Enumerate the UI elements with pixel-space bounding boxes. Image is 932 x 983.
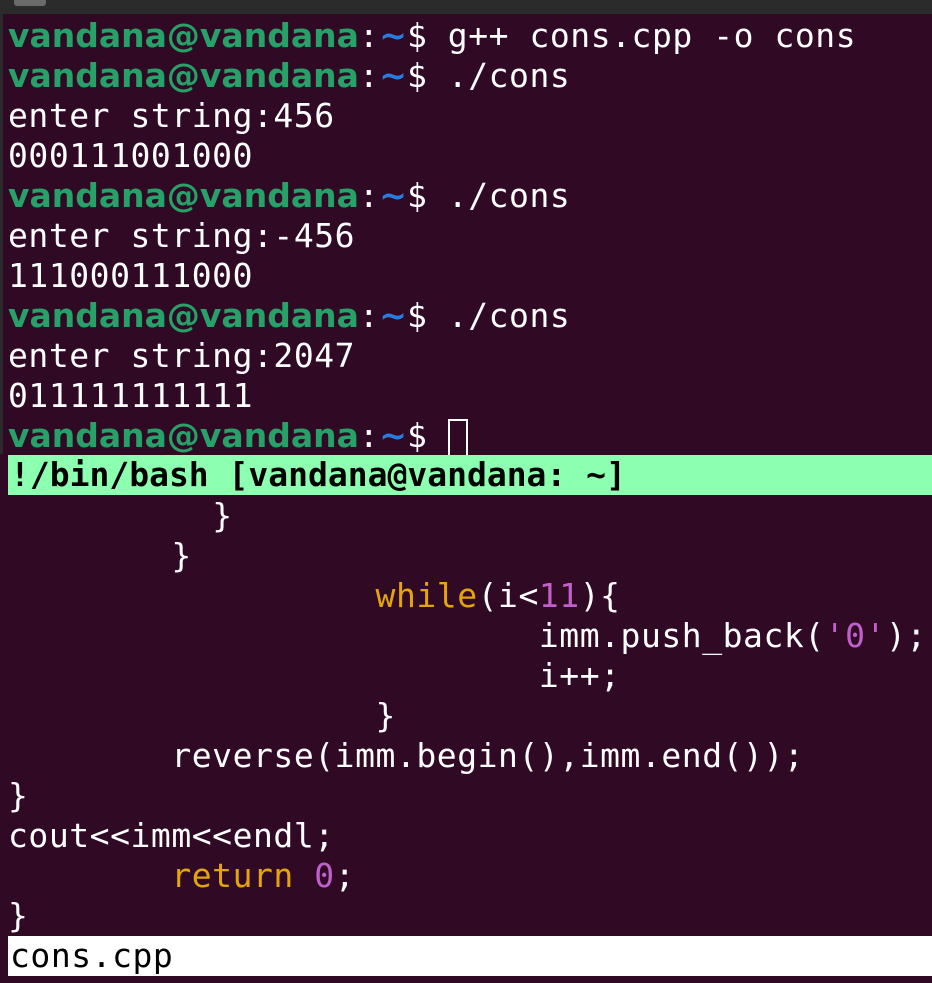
prompt-path: ~ bbox=[379, 16, 407, 55]
prompt-user: vandana@vandana bbox=[8, 56, 359, 95]
code-text: ){ bbox=[579, 576, 621, 615]
terminal-line-cmd4: vandana@vandana:~$ ./cons bbox=[8, 296, 570, 336]
command-text: ./cons bbox=[447, 56, 571, 95]
prompt-path: ~ bbox=[379, 416, 407, 455]
window-left-edge bbox=[0, 14, 3, 454]
prompt-user: vandana@vandana bbox=[8, 176, 359, 215]
prompt-dollar: $ bbox=[406, 176, 448, 215]
char-literal: '0' bbox=[824, 616, 886, 655]
prompt-path: ~ bbox=[379, 176, 407, 215]
prompt-path: ~ bbox=[379, 56, 407, 95]
prompt-path: ~ bbox=[379, 296, 407, 335]
code-text: reverse(imm.begin(),imm.end()); bbox=[171, 736, 805, 775]
prompt-dollar: $ bbox=[406, 296, 448, 335]
prompt-colon: : bbox=[358, 56, 380, 95]
code-text: i++; bbox=[538, 656, 621, 695]
code-text: ; bbox=[334, 856, 356, 895]
pane-title-bar[interactable]: !/bin/bash [vandana@vandana: ~] bbox=[8, 455, 932, 495]
code-line: } bbox=[8, 696, 396, 736]
terminal-output: enter string:456 bbox=[8, 96, 335, 135]
terminal-output: 011111111111 bbox=[8, 376, 254, 415]
code-line: return 0; bbox=[8, 856, 355, 896]
terminal-output: enter string:-456 bbox=[8, 216, 356, 255]
prompt-dollar: $ bbox=[406, 16, 448, 55]
prompt-colon: : bbox=[358, 416, 380, 455]
code-text: } bbox=[8, 896, 29, 935]
code-text: } bbox=[375, 696, 396, 735]
prompt-dollar: $ bbox=[406, 416, 448, 455]
prompt-colon: : bbox=[358, 296, 380, 335]
terminal-line-cmd1: vandana@vandana:~$ g++ cons.cpp -o cons bbox=[8, 16, 856, 56]
code-line: } bbox=[8, 896, 28, 936]
code-text: } bbox=[8, 776, 29, 815]
code-line: } bbox=[8, 536, 192, 576]
code-line: i++; bbox=[8, 656, 621, 696]
code-line: cout<<imm<<endl; bbox=[8, 816, 335, 856]
code-text: ); bbox=[885, 616, 927, 655]
command-text: ./cons bbox=[447, 296, 571, 335]
code-text: (i< bbox=[477, 576, 539, 615]
terminal-line-current[interactable]: vandana@vandana:~$ bbox=[8, 416, 468, 457]
terminal-line-cmd3: vandana@vandana:~$ ./cons bbox=[8, 176, 570, 216]
prompt-user: vandana@vandana bbox=[8, 296, 359, 335]
window-top-strip bbox=[0, 0, 932, 14]
prompt-dollar: $ bbox=[406, 56, 448, 95]
pane-title: !/bin/bash [vandana@vandana: ~] bbox=[10, 455, 626, 494]
prompt-colon: : bbox=[358, 16, 380, 55]
terminal-output: 000111001000 bbox=[8, 136, 254, 175]
number-literal: 0 bbox=[314, 856, 335, 895]
terminal-output: 111000111000 bbox=[8, 256, 254, 295]
code-text: cout<<imm<<endl; bbox=[8, 816, 335, 855]
file-name-bar[interactable]: cons.cpp bbox=[8, 936, 932, 976]
code-line: } bbox=[8, 496, 233, 536]
code-line: while(i<11){ bbox=[8, 576, 621, 616]
window-tab-handle[interactable] bbox=[14, 0, 46, 6]
code-text: } bbox=[212, 496, 233, 535]
terminal-output: enter string:2047 bbox=[8, 336, 356, 375]
text-cursor bbox=[447, 419, 468, 457]
command-text: g++ cons.cpp -o cons bbox=[447, 16, 857, 55]
prompt-user: vandana@vandana bbox=[8, 16, 359, 55]
number-literal: 11 bbox=[538, 576, 580, 615]
keyword: while bbox=[375, 576, 478, 615]
keyword: return bbox=[171, 856, 294, 895]
prompt-user: vandana@vandana bbox=[8, 416, 359, 455]
prompt-colon: : bbox=[358, 176, 380, 215]
file-name: cons.cpp bbox=[10, 936, 174, 975]
code-line: imm.push_back('0'); bbox=[8, 616, 927, 656]
terminal-line-cmd2: vandana@vandana:~$ ./cons bbox=[8, 56, 570, 96]
code-line: } bbox=[8, 776, 28, 816]
command-text: ./cons bbox=[447, 176, 571, 215]
code-text: imm.push_back( bbox=[538, 616, 825, 655]
code-line: reverse(imm.begin(),imm.end()); bbox=[8, 736, 804, 776]
code-text: } bbox=[171, 536, 192, 575]
